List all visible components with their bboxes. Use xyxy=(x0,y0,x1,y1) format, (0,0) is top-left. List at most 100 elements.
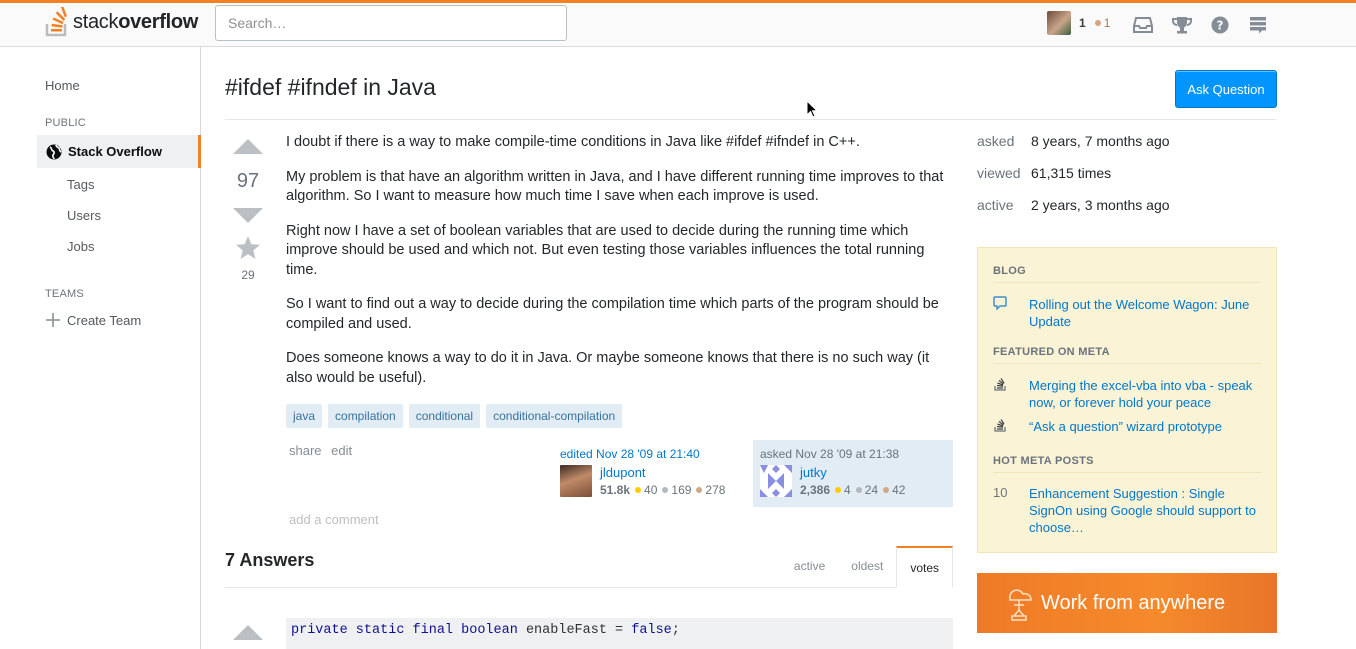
user-summary[interactable]: 1 1 xyxy=(1047,11,1110,35)
answer-sort-tabs: active oldest votes xyxy=(781,546,953,588)
reputation-count: 1 xyxy=(1079,16,1086,30)
bronze-badge-count: 1 xyxy=(1103,16,1111,30)
hot-meta-item: 10 Enhancement Suggestion : Single SignO… xyxy=(993,485,1263,536)
answers-count: 7 Answers xyxy=(225,550,315,570)
owner-avatar[interactable] xyxy=(760,465,792,497)
tab-votes[interactable]: votes xyxy=(896,546,953,588)
tag-conditional[interactable]: conditional xyxy=(408,404,481,428)
stat-label: asked xyxy=(977,133,1015,149)
upvote-icon[interactable] xyxy=(233,139,263,154)
plus-icon xyxy=(46,313,60,327)
site-logo[interactable]: stackoverflow xyxy=(45,7,198,37)
stat-value[interactable]: 2 years, 3 months ago xyxy=(1031,197,1170,213)
editor-reputation: 51.8k xyxy=(600,483,631,497)
featured-meta-heading: FEATURED ON META xyxy=(993,346,1110,358)
globe-icon xyxy=(46,144,62,159)
blog-item: Rolling out the Welcome Wagon: June Upda… xyxy=(993,296,1263,330)
silver-badge-icon xyxy=(662,487,669,493)
hot-meta-score: 10 xyxy=(993,485,1008,500)
editor-flair: 51.8k 40 169 278 xyxy=(600,483,725,497)
stack-exchange-meta-icon xyxy=(993,418,1029,435)
owner-name[interactable]: jutky xyxy=(800,465,827,480)
stack-overflow-logo-icon xyxy=(45,7,67,37)
meta-item: “Ask a question” wizard prototype xyxy=(993,418,1263,435)
edit-link[interactable]: edit xyxy=(331,443,358,458)
question-body: I doubt if there is a way to make compil… xyxy=(286,133,954,403)
tab-oldest[interactable]: oldest xyxy=(838,546,896,588)
achievements-icon[interactable] xyxy=(1171,14,1193,36)
silver-badge-icon xyxy=(855,487,862,493)
tag-list: java compilation conditional conditional… xyxy=(286,404,628,428)
gold-badge-icon xyxy=(835,487,842,493)
gold-badge-icon xyxy=(635,487,642,493)
stat-label: active xyxy=(977,197,1014,213)
logo-text: stackoverflow xyxy=(73,10,199,33)
blog-speech-bubble-icon xyxy=(993,296,1029,330)
help-icon[interactable]: ? xyxy=(1209,14,1231,36)
share-link[interactable]: share xyxy=(289,443,328,458)
nav-stack-overflow[interactable]: Stack Overflow xyxy=(37,135,201,168)
title-divider xyxy=(225,119,1277,120)
top-bar: stackoverflow 1 1 ? xyxy=(0,0,1356,47)
favorite-star-icon[interactable] xyxy=(225,236,271,263)
search-input[interactable] xyxy=(215,5,567,41)
stat-label: viewed xyxy=(977,165,1021,181)
body-paragraph: Right now I have a set of boolean variab… xyxy=(286,222,925,278)
edited-timestamp[interactable]: edited Nov 28 '09 at 21:40 xyxy=(560,447,700,461)
editor-signature: edited Nov 28 '09 at 21:40 jldupont 51.8… xyxy=(553,440,753,507)
answer-upvote-icon[interactable] xyxy=(233,625,263,640)
meta-link[interactable]: “Ask a question” wizard prototype xyxy=(1029,418,1222,435)
favorite-count: 29 xyxy=(241,268,255,282)
hot-meta-link[interactable]: Enhancement Suggestion : Single SignOn u… xyxy=(1029,485,1263,536)
nav-tags[interactable]: Tags xyxy=(67,177,94,192)
site-switcher-icon[interactable] xyxy=(1247,14,1269,36)
question-title[interactable]: #ifdef #ifndef in Java xyxy=(225,74,436,101)
owner-bronze-count: 42 xyxy=(892,483,906,497)
asked-timestamp[interactable]: asked Nov 28 '09 at 21:38 xyxy=(760,447,899,461)
hot-meta-heading: HOT META POSTS xyxy=(993,455,1094,467)
add-comment-link[interactable]: add a comment xyxy=(289,512,379,527)
nav-stack-overflow-label: Stack Overflow xyxy=(68,144,162,159)
svg-text:?: ? xyxy=(1217,19,1224,33)
tab-active[interactable]: active xyxy=(781,546,838,588)
owner-signature: asked Nov 28 '09 at 21:38 jutky 2,386 4 24… xyxy=(753,440,953,507)
nav-home[interactable]: Home xyxy=(45,78,80,93)
blog-link[interactable]: Rolling out the Welcome Wagon: June Upda… xyxy=(1029,296,1263,330)
nav-jobs[interactable]: Jobs xyxy=(67,239,94,254)
user-avatar[interactable] xyxy=(1047,11,1071,35)
stat-value: 61,315 times xyxy=(1031,165,1112,181)
stat-value[interactable]: 8 years, 7 months ago xyxy=(1031,133,1170,149)
work-from-anywhere-ad[interactable]: Work from anywhere xyxy=(977,573,1277,633)
vote-count: 97 xyxy=(236,170,260,192)
owner-reputation: 2,386 xyxy=(800,483,831,497)
bronze-badge-icon xyxy=(696,487,703,493)
body-paragraph: My problem is that have an algorithm wri… xyxy=(286,168,944,205)
meta-link[interactable]: Merging the excel-vba into vba - speak n… xyxy=(1029,377,1263,411)
question-vote-cell: 97 29 xyxy=(225,139,271,282)
cloud-laptop-icon xyxy=(1009,589,1032,621)
editor-bronze-count: 278 xyxy=(705,483,726,497)
tag-java[interactable]: java xyxy=(286,404,323,428)
divider xyxy=(993,363,1261,364)
code-identifier: enableFast = xyxy=(517,623,632,638)
nav-public-heading: PUBLIC xyxy=(45,117,86,129)
ad-headline: Work from anywhere xyxy=(1041,592,1226,614)
stack-exchange-meta-icon xyxy=(993,377,1029,411)
body-paragraph: I doubt if there is a way to make compil… xyxy=(286,134,860,150)
editor-avatar[interactable] xyxy=(560,465,592,497)
owner-silver-count: 24 xyxy=(864,483,879,497)
editor-name[interactable]: jldupont xyxy=(600,465,646,480)
community-bulletin: BLOG Rolling out the Welcome Wagon: June… xyxy=(977,247,1277,553)
bronze-badge-icon xyxy=(883,487,890,493)
editor-silver-count: 169 xyxy=(671,483,692,497)
answer-code-block: private static final boolean enableFast … xyxy=(286,618,953,649)
nav-users[interactable]: Users xyxy=(67,208,101,223)
tag-conditional-compilation[interactable]: conditional-compilation xyxy=(486,404,623,428)
downvote-icon[interactable] xyxy=(233,208,263,223)
blog-heading: BLOG xyxy=(993,265,1026,277)
create-team-link[interactable]: Create Team xyxy=(45,312,141,328)
tag-compilation[interactable]: compilation xyxy=(328,404,403,428)
ask-question-button[interactable]: Ask Question xyxy=(1175,70,1277,108)
inbox-icon[interactable] xyxy=(1132,14,1154,36)
owner-gold-count: 4 xyxy=(844,483,851,497)
